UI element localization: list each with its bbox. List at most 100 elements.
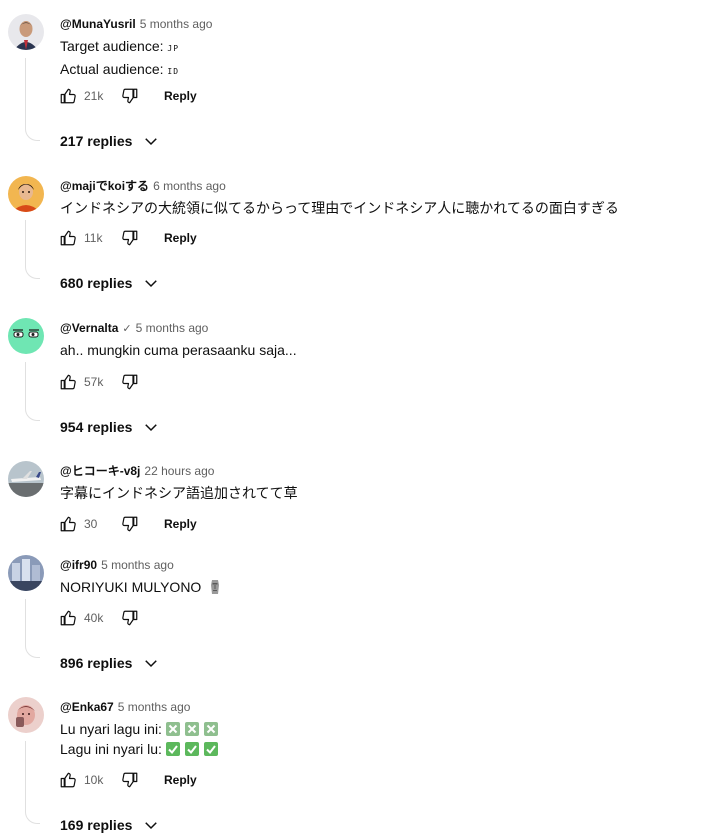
- thread-line: [25, 58, 40, 141]
- comment-header: @Vernalta ✓ 5 months ago: [60, 320, 208, 337]
- view-replies-button[interactable]: 169 replies: [60, 813, 160, 837]
- replies-count: 169 replies: [60, 817, 133, 833]
- thread-line: [25, 599, 40, 658]
- comment-text: NORIYUKI MULYONO: [60, 577, 221, 600]
- chevron-down-icon: [142, 132, 160, 150]
- dislike-button[interactable]: [118, 512, 142, 536]
- thread-line: [25, 220, 40, 279]
- comment-actions: 40k: [56, 606, 142, 630]
- dislike-button[interactable]: [118, 606, 142, 630]
- like-count: 11k: [84, 231, 103, 245]
- view-replies-button[interactable]: 954 replies: [60, 415, 160, 439]
- avatar[interactable]: [8, 14, 44, 50]
- comment-line-text: NORIYUKI MULYONO: [60, 579, 202, 595]
- check-mark-icon: [184, 742, 199, 756]
- like-button[interactable]: [56, 370, 80, 394]
- thumbs-down-icon: [122, 516, 138, 532]
- thread-line: [25, 741, 40, 824]
- view-replies-button[interactable]: 217 replies: [60, 129, 160, 153]
- thumbs-up-icon: [60, 374, 76, 390]
- thumbs-up-icon: [60, 230, 76, 246]
- avatar-image: [8, 697, 44, 733]
- comment-line-text: Lu nyari lagu ini:: [60, 721, 162, 737]
- replies-count: 680 replies: [60, 275, 133, 291]
- comment-time[interactable]: 6 months ago: [153, 179, 226, 193]
- chevron-down-icon: [142, 274, 160, 292]
- replies-count: 954 replies: [60, 419, 133, 435]
- thumbs-up-icon: [60, 516, 76, 532]
- comment-time[interactable]: 5 months ago: [140, 17, 213, 31]
- comment-text: ah.. mungkin cuma perasaanku saja...: [60, 342, 297, 358]
- thread-line: [25, 362, 40, 421]
- like-count: 57k: [84, 375, 104, 389]
- reply-button[interactable]: Reply: [164, 517, 197, 531]
- dislike-button[interactable]: [118, 768, 142, 792]
- comment-time[interactable]: 22 hours ago: [144, 464, 214, 478]
- avatar[interactable]: [8, 176, 44, 212]
- avatar-image: [8, 555, 44, 591]
- reply-button[interactable]: Reply: [164, 89, 197, 103]
- dislike-button[interactable]: [118, 84, 142, 108]
- comment-header: @MunaYusril 5 months ago: [60, 16, 212, 32]
- avatar-image: [8, 461, 44, 497]
- comment-header: @majiでkoiする 6 months ago: [60, 178, 226, 194]
- like-count: 21k: [84, 89, 104, 103]
- view-replies-button[interactable]: 680 replies: [60, 271, 160, 295]
- avatar[interactable]: [8, 461, 44, 497]
- comment-actions: 57k: [56, 370, 142, 394]
- author-name[interactable]: @majiでkoiする: [60, 179, 149, 193]
- cross-mark-icon: [184, 722, 199, 736]
- comment-line: Actual audience: ID: [60, 59, 179, 82]
- comment-line-text: Target audience:: [60, 38, 164, 54]
- thumbs-up-icon: [60, 772, 76, 788]
- comment-actions: 30 Reply: [56, 512, 197, 536]
- like-button[interactable]: [56, 512, 80, 536]
- avatar-image: [8, 176, 44, 212]
- replies-count: 896 replies: [60, 655, 133, 671]
- author-name[interactable]: @MunaYusril: [60, 17, 136, 31]
- avatar[interactable]: [8, 555, 44, 591]
- view-replies-button[interactable]: 896 replies: [60, 651, 160, 675]
- thumbs-down-icon: [122, 610, 138, 626]
- comment-header: @ヒコーキ-v8j 22 hours ago: [60, 463, 214, 479]
- check-mark-icon: [203, 742, 218, 756]
- author-name[interactable]: @ifr90: [60, 558, 97, 572]
- comment-time[interactable]: 5 months ago: [101, 558, 174, 572]
- chevron-down-icon: [142, 816, 160, 834]
- dislike-button[interactable]: [118, 370, 142, 394]
- chevron-down-icon: [142, 418, 160, 436]
- chevron-down-icon: [142, 654, 160, 672]
- reply-button[interactable]: Reply: [164, 231, 197, 245]
- comment-line-text: Actual audience:: [60, 61, 164, 77]
- comment-line-text: Lagu ini nyari lu:: [60, 741, 162, 757]
- like-button[interactable]: [56, 226, 80, 250]
- like-button[interactable]: [56, 84, 80, 108]
- comment-text: Lu nyari lagu ini: Lagu ini nyari lu:: [60, 719, 223, 759]
- avatar[interactable]: [8, 697, 44, 733]
- avatar[interactable]: [8, 318, 44, 354]
- reply-button[interactable]: Reply: [164, 773, 197, 787]
- comment-time[interactable]: 5 months ago: [118, 700, 191, 714]
- author-name[interactable]: @ヒコーキ-v8j: [60, 464, 140, 478]
- author-name[interactable]: @Vernalta: [60, 321, 118, 335]
- avatar-image: [8, 14, 44, 50]
- comment-actions: 11k Reply: [56, 226, 197, 250]
- dislike-button[interactable]: [118, 226, 142, 250]
- comment-actions: 10k Reply: [56, 768, 197, 792]
- like-count: 30: [84, 517, 98, 531]
- cross-mark-icon: [203, 722, 218, 736]
- comment-time[interactable]: 5 months ago: [136, 321, 209, 335]
- thumbs-down-icon: [122, 772, 138, 788]
- moai-icon: [209, 579, 221, 600]
- thumbs-down-icon: [122, 230, 138, 246]
- like-button[interactable]: [56, 606, 80, 630]
- thumbs-down-icon: [122, 374, 138, 390]
- comment-text: 字幕にインドネシア語追加されてて草: [60, 485, 298, 501]
- comment-header: @ifr90 5 months ago: [60, 557, 174, 573]
- replies-count: 217 replies: [60, 133, 133, 149]
- comment-line: Lagu ini nyari lu:: [60, 739, 223, 759]
- thumbs-up-icon: [60, 88, 76, 104]
- like-button[interactable]: [56, 768, 80, 792]
- author-name[interactable]: @Enka67: [60, 700, 114, 714]
- thumbs-up-icon: [60, 610, 76, 626]
